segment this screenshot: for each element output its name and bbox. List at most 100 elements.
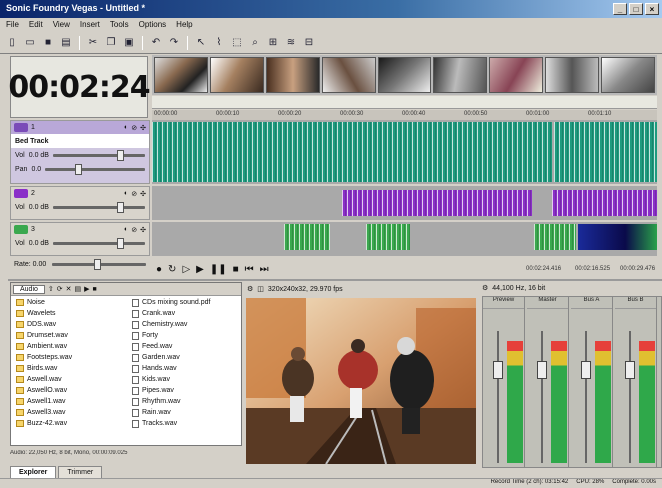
volume-slider[interactable] bbox=[52, 201, 145, 213]
close-button[interactable]: × bbox=[645, 3, 659, 15]
menu-options[interactable]: Options bbox=[139, 20, 167, 30]
prev-marker-icon[interactable]: ⏮ bbox=[245, 264, 254, 275]
list-item[interactable]: Rain.wav bbox=[129, 407, 237, 418]
selection-tool-icon[interactable]: ⬚ bbox=[229, 35, 245, 51]
mute-icon[interactable]: ◐ bbox=[124, 226, 128, 233]
track-header-2[interactable]: 2 ◐ ⊘ ✣ Vol 0.0 dB bbox=[10, 186, 150, 220]
stop-icon[interactable]: ■ bbox=[233, 264, 239, 275]
pause-icon[interactable]: ❚❚ bbox=[210, 264, 227, 275]
explorer-dropdown[interactable]: Audio bbox=[13, 284, 45, 294]
mute-icon[interactable]: ◐ bbox=[124, 190, 128, 197]
new-icon[interactable]: ▯ bbox=[4, 35, 20, 51]
record-icon[interactable]: ● bbox=[156, 264, 162, 275]
play-icon[interactable]: ▶ bbox=[196, 264, 204, 275]
open-icon[interactable]: ▭ bbox=[22, 35, 38, 51]
envelope-tool-icon[interactable]: ⌇ bbox=[211, 35, 227, 51]
copy-icon[interactable]: ❐ bbox=[103, 35, 119, 51]
list-item[interactable]: Garden.wav bbox=[129, 352, 237, 363]
menu-view[interactable]: View bbox=[53, 20, 70, 30]
menu-help[interactable]: Help bbox=[176, 20, 192, 30]
paste-icon[interactable]: ▣ bbox=[121, 35, 137, 51]
list-item[interactable]: Aswell1.wav bbox=[13, 396, 121, 407]
track-header-3[interactable]: 3 ◐ ⊘ ✣ Vol 0.0 dB bbox=[10, 222, 150, 256]
fx-icon[interactable]: ✣ bbox=[140, 226, 146, 234]
mute-icon[interactable]: ◐ bbox=[124, 124, 128, 131]
next-marker-icon[interactable]: ⏭ bbox=[260, 264, 269, 275]
list-item[interactable]: Feed.wav bbox=[129, 341, 237, 352]
list-item[interactable]: Hands.wav bbox=[129, 363, 237, 374]
rate-slider[interactable] bbox=[52, 258, 146, 270]
list-item[interactable]: Aswell3.wav bbox=[13, 407, 121, 418]
list-item[interactable]: Wavelets bbox=[13, 308, 121, 319]
stop-preview-icon[interactable]: ■ bbox=[93, 286, 97, 293]
list-item[interactable]: Buzz-42.wav bbox=[13, 418, 121, 429]
list-item[interactable]: Rhythm.wav bbox=[129, 396, 237, 407]
solo-icon[interactable]: ⊘ bbox=[131, 124, 137, 132]
list-item[interactable]: Noise bbox=[13, 297, 121, 308]
mixer-settings-icon[interactable]: ⚙ bbox=[482, 284, 488, 292]
list-item[interactable]: Footsteps.wav bbox=[13, 352, 121, 363]
fx-icon[interactable]: ✣ bbox=[140, 190, 146, 198]
audio-lane-3[interactable] bbox=[152, 222, 657, 256]
maximize-button[interactable]: □ bbox=[629, 3, 643, 15]
undo-icon[interactable]: ↶ bbox=[148, 35, 164, 51]
list-item[interactable]: Aswell.wav bbox=[13, 374, 121, 385]
list-item[interactable]: Crank.wav bbox=[129, 308, 237, 319]
audio-clip[interactable] bbox=[366, 224, 410, 250]
audio-clip[interactable] bbox=[342, 190, 532, 216]
audio-clip[interactable] bbox=[554, 122, 657, 182]
play-from-start-icon[interactable]: ▷ bbox=[182, 264, 190, 275]
marker-bar[interactable] bbox=[152, 96, 657, 109]
fader-knob[interactable] bbox=[625, 361, 635, 379]
time-ruler[interactable]: 00:00:00 00:00:10 00:00:20 00:00:30 00:0… bbox=[152, 110, 657, 120]
list-item[interactable]: AswellO.wav bbox=[13, 385, 121, 396]
list-item[interactable]: CDs mixing sound.pdf bbox=[129, 297, 237, 308]
audio-lane-1[interactable] bbox=[152, 120, 657, 184]
refresh-icon[interactable]: ⟳ bbox=[57, 285, 63, 293]
save-icon[interactable]: ■ bbox=[40, 35, 56, 51]
audio-clip[interactable] bbox=[534, 224, 576, 250]
menu-insert[interactable]: Insert bbox=[80, 20, 100, 30]
solo-icon[interactable]: ⊘ bbox=[131, 226, 137, 234]
properties-icon[interactable]: ▤ bbox=[58, 35, 74, 51]
loop-icon[interactable]: ↻ bbox=[168, 264, 176, 275]
minimize-button[interactable]: _ bbox=[613, 3, 627, 15]
audio-clip[interactable] bbox=[284, 224, 330, 250]
split-screen-icon[interactable]: ◫ bbox=[257, 285, 264, 293]
fx-icon[interactable]: ✣ bbox=[140, 124, 146, 132]
list-item[interactable]: Birds.wav bbox=[13, 363, 121, 374]
redo-icon[interactable]: ↷ bbox=[166, 35, 182, 51]
list-item[interactable]: Pipes.wav bbox=[129, 385, 237, 396]
audio-lane-2[interactable] bbox=[152, 186, 657, 220]
list-item[interactable]: Ambient.wav bbox=[13, 341, 121, 352]
menu-tools[interactable]: Tools bbox=[110, 20, 129, 30]
audio-clip[interactable] bbox=[152, 122, 552, 182]
volume-slider[interactable] bbox=[52, 149, 145, 161]
track-name[interactable]: Bed Track bbox=[11, 134, 149, 148]
video-track-thumbnails[interactable] bbox=[152, 55, 657, 95]
menu-edit[interactable]: Edit bbox=[29, 20, 43, 30]
track-header-1[interactable]: 1 ◐ ⊘ ✣ Bed Track Vol 0.0 dB Pan 0.0 bbox=[10, 120, 150, 184]
audio-clip[interactable] bbox=[552, 190, 657, 216]
zoom-tool-icon[interactable]: ⌕ bbox=[247, 35, 263, 51]
fader-knob[interactable] bbox=[537, 361, 547, 379]
list-item[interactable]: Kids.wav bbox=[129, 374, 237, 385]
lock-envelopes-icon[interactable]: ⊟ bbox=[301, 35, 317, 51]
list-item[interactable]: Tracks.wav bbox=[129, 418, 237, 429]
list-item[interactable]: DDS.wav bbox=[13, 319, 121, 330]
preview-settings-icon[interactable]: ⚙ bbox=[247, 285, 253, 293]
video-clip[interactable] bbox=[578, 224, 657, 250]
volume-slider[interactable] bbox=[52, 237, 145, 249]
fader-knob[interactable] bbox=[581, 361, 591, 379]
solo-icon[interactable]: ⊘ bbox=[131, 190, 137, 198]
fader-knob[interactable] bbox=[493, 361, 503, 379]
delete-icon[interactable]: ✕ bbox=[66, 285, 72, 293]
views-icon[interactable]: ▤ bbox=[75, 285, 82, 293]
list-item[interactable]: Drumset.wav bbox=[13, 330, 121, 341]
pan-slider[interactable] bbox=[45, 163, 145, 175]
start-preview-icon[interactable]: ▶ bbox=[84, 285, 89, 293]
menu-file[interactable]: File bbox=[6, 20, 19, 30]
up-folder-icon[interactable]: ⇧ bbox=[48, 285, 54, 293]
cursor-tool-icon[interactable]: ↖ bbox=[193, 35, 209, 51]
auto-ripple-icon[interactable]: ≋ bbox=[283, 35, 299, 51]
